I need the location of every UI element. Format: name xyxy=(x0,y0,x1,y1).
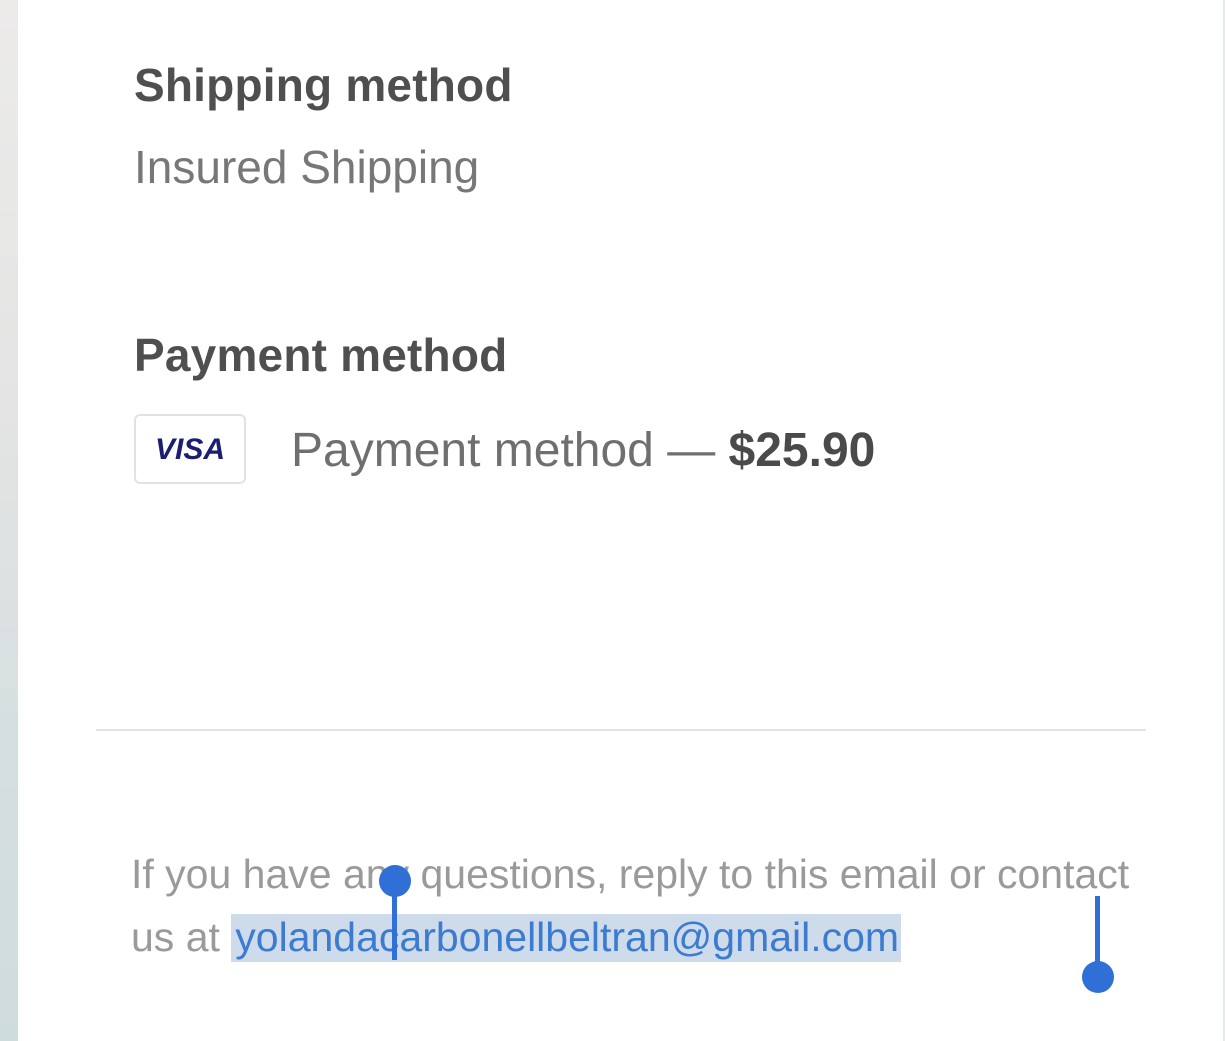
payment-method-line: Payment method — $25.90 xyxy=(291,423,875,478)
payment-method-label: Payment method — xyxy=(291,424,729,477)
order-confirmation-page: Shipping method Insured Shipping Payment… xyxy=(0,0,1225,1041)
visa-logo: VISA xyxy=(155,433,225,465)
payment-method-heading: Payment method xyxy=(134,329,508,381)
footer-contact-text: If you have any questions, reply to this… xyxy=(131,843,1131,969)
selection-start-handle[interactable] xyxy=(379,865,411,897)
section-divider xyxy=(96,729,1146,731)
contact-email-link[interactable]: yolandacarbonellbeltran@gmail.com xyxy=(231,914,902,962)
payment-amount: $25.90 xyxy=(728,424,876,477)
left-background-edge xyxy=(0,0,18,1041)
shipping-method-value: Insured Shipping xyxy=(134,141,480,193)
shipping-method-heading: Shipping method xyxy=(134,59,513,111)
visa-logo-text: VISA xyxy=(155,433,225,465)
visa-card-icon: VISA xyxy=(134,414,246,484)
selection-end-handle-bar[interactable] xyxy=(1095,896,1100,964)
selection-end-handle[interactable] xyxy=(1082,961,1114,993)
